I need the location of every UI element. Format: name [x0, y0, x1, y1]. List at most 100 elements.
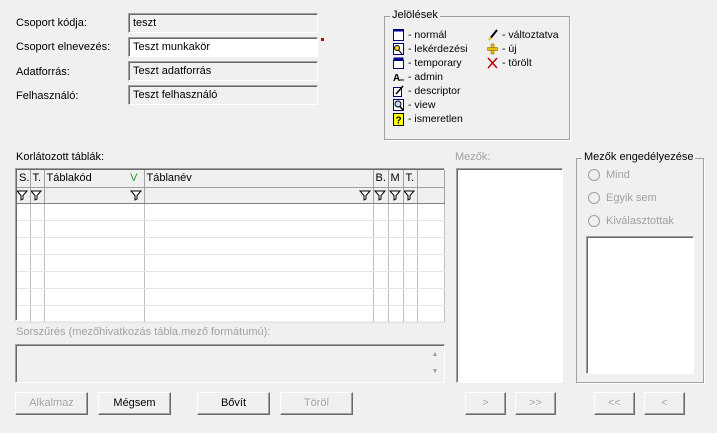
legend-label: - normál [408, 29, 447, 41]
legend-item-view: - view [392, 98, 435, 112]
table-row[interactable] [17, 305, 445, 323]
filter-icon[interactable] [17, 189, 28, 201]
column-header-s[interactable]: S. [17, 170, 31, 188]
legend-label: - admin [408, 71, 444, 83]
filter-cell-table-name[interactable] [144, 187, 374, 204]
legend-item-query: - lekérdezési [392, 42, 468, 56]
table-row[interactable] [17, 203, 445, 221]
filter-cell-m[interactable] [388, 187, 404, 204]
legend-label: - lekérdezési [408, 43, 468, 55]
radio-selected[interactable]: Kiválasztottak [588, 215, 674, 227]
radio-label: Mind [606, 169, 630, 181]
group-name-field[interactable]: Teszt munkakör [128, 37, 318, 57]
legend-label: - view [408, 99, 436, 111]
pencil-icon [486, 29, 498, 42]
legend-item-unknown: ? - ismeretlen [392, 112, 463, 126]
column-header-table-name[interactable]: Táblanév [144, 170, 374, 188]
normal-icon [392, 29, 404, 42]
admin-icon: A [392, 71, 404, 84]
filter-cell-table-code[interactable] [44, 187, 145, 204]
move-right-button[interactable]: > [465, 392, 506, 415]
grid-filter-row [17, 187, 445, 204]
scroll-down-icon[interactable]: ▼ [427, 365, 443, 379]
radio-none[interactable]: Egyik sem [588, 192, 657, 204]
row-filter-scrollbar[interactable]: ▲ ▼ [427, 346, 443, 381]
cross-icon [486, 57, 498, 70]
unknown-icon: ? [392, 112, 404, 126]
svg-text:A: A [393, 73, 400, 83]
restricted-tables-grid[interactable]: S. T. Táblakód V Táblanév B. M T. [15, 168, 445, 323]
table-row[interactable] [17, 237, 445, 255]
expand-button[interactable]: Bővít [197, 392, 270, 415]
legend-item-new: - új [486, 42, 517, 56]
filter-icon[interactable] [30, 189, 42, 201]
user-label: Felhasználó: [16, 90, 79, 102]
filter-icon[interactable] [358, 189, 371, 201]
move-all-left-button[interactable]: << [594, 392, 635, 415]
row-filter-textarea[interactable]: ▲ ▼ [15, 344, 445, 383]
svg-text:?: ? [395, 115, 401, 126]
table-row[interactable] [17, 271, 445, 289]
data-source-label: Adatforrás: [16, 66, 70, 78]
plus-icon [486, 43, 498, 56]
radio-label: Egyik sem [606, 192, 657, 204]
sort-indicator-icon: V [130, 172, 138, 185]
query-icon [392, 43, 404, 56]
group-name-label: Csoport elnevezés: [16, 41, 111, 53]
radio-button[interactable] [588, 192, 600, 204]
move-left-button[interactable]: < [644, 392, 685, 415]
group-code-field[interactable]: teszt [128, 13, 318, 33]
delete-button[interactable]: Töröl [280, 392, 353, 415]
filter-cell-t2[interactable] [403, 187, 418, 204]
legend-label: - törölt [502, 57, 532, 69]
filter-icon[interactable] [388, 189, 401, 201]
filter-cell-t[interactable] [30, 187, 45, 204]
filter-cell-b[interactable] [373, 187, 389, 204]
field-permission-title: Mezők engedélyezése [582, 151, 696, 163]
column-header-t2[interactable]: T. [403, 170, 418, 188]
column-header-b[interactable]: B. [373, 170, 389, 188]
radio-button[interactable] [588, 215, 600, 227]
fields-list[interactable] [456, 168, 563, 383]
filter-icon[interactable] [129, 189, 142, 201]
descriptor-icon [392, 85, 404, 98]
apply-button[interactable]: Alkalmaz [15, 392, 88, 415]
table-row[interactable] [17, 288, 445, 306]
cancel-button[interactable]: Mégsem [98, 392, 171, 415]
move-all-right-button[interactable]: >> [515, 392, 556, 415]
legend-item-normal: - normál [392, 28, 447, 42]
scroll-up-icon[interactable]: ▲ [427, 348, 443, 362]
data-source-field[interactable]: Teszt adatforrás [128, 61, 318, 81]
temporary-icon [392, 57, 404, 70]
selected-fields-list[interactable] [586, 236, 694, 374]
column-header-m[interactable]: M [388, 170, 404, 188]
group-code-label: Csoport kódja: [16, 17, 87, 29]
table-row[interactable] [17, 220, 445, 238]
legend-label: - új [502, 43, 517, 55]
user-field[interactable]: Teszt felhasználó [128, 85, 318, 105]
fields-label: Mezők: [455, 151, 491, 163]
radio-all[interactable]: Mind [588, 169, 630, 181]
row-filter-label: Sorszűrés (mezőhivatkozás tábla.mező for… [16, 326, 271, 338]
restricted-tables-label: Korlátozott táblák: [16, 151, 105, 163]
filter-icon[interactable] [403, 189, 415, 201]
legend-label: - temporary [408, 57, 462, 69]
required-marker [321, 38, 324, 41]
legend-item-temporary: - temporary [392, 56, 462, 70]
filter-icon[interactable] [373, 189, 386, 201]
legend-item-admin: A - admin [392, 70, 444, 84]
legend-item-descriptor: - descriptor [392, 84, 461, 98]
column-header-t[interactable]: T. [30, 170, 45, 188]
legend-label: - ismeretlen [408, 113, 463, 125]
radio-button[interactable] [588, 169, 600, 181]
legend-label: - descriptor [408, 85, 461, 97]
table-row[interactable] [17, 254, 445, 272]
filter-cell-empty [417, 187, 445, 204]
view-icon [392, 99, 404, 112]
column-header-table-code[interactable]: Táblakód V [44, 170, 145, 188]
legend-item-deleted: - törölt [486, 56, 532, 70]
legend-label: - változtatva [502, 29, 559, 41]
grid-header-row: S. T. Táblakód V Táblanév B. M T. [17, 170, 445, 188]
filter-cell-s[interactable] [17, 187, 31, 204]
legend-title: Jelölések [390, 9, 440, 21]
